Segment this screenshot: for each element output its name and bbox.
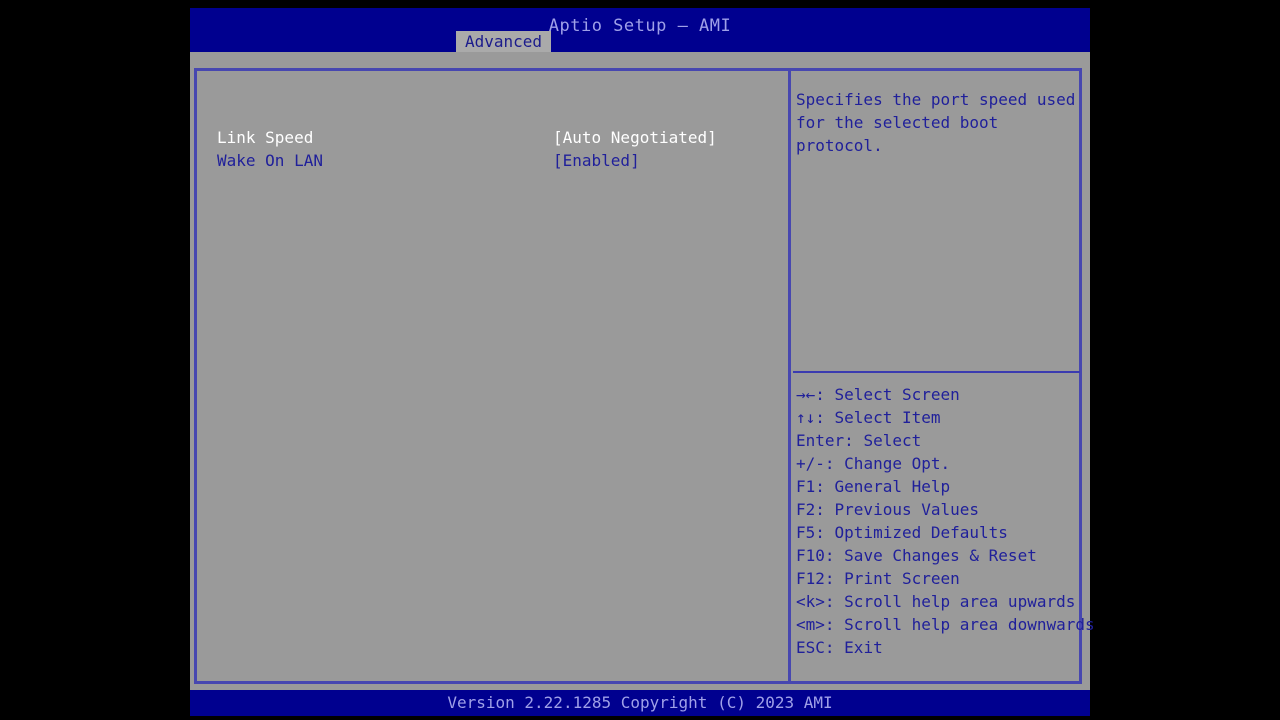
legend-row: +/-: Change Opt. xyxy=(796,452,1082,475)
legend-row: F10: Save Changes & Reset xyxy=(796,544,1082,567)
legend-text: : Select xyxy=(844,431,922,450)
legend-text: : Print Screen xyxy=(824,569,960,588)
legend-row: F1: General Help xyxy=(796,475,1082,498)
version-string: Version 2.22.1285 Copyright (C) 2023 AMI xyxy=(447,693,833,712)
legend-key-plus-minus: +/- xyxy=(796,454,825,473)
setting-value-link-speed[interactable]: [Auto Negotiated] xyxy=(553,126,717,149)
menu-tab-bar[interactable]: Advanced xyxy=(190,31,1090,52)
legend-row: ↑↓: Select Item xyxy=(796,406,1082,429)
key-legend: →←: Select Screen ↑↓: Select Item Enter:… xyxy=(796,383,1095,659)
setting-row-link-speed[interactable]: Link Speed [Auto Negotiated] xyxy=(197,126,788,149)
legend-row: <k>: Scroll help area upwards xyxy=(796,590,1082,613)
setting-value-wake-on-lan[interactable]: [Enabled] xyxy=(553,149,640,172)
legend-row: →←: Select Screen xyxy=(796,383,1082,406)
content-frame: Link Speed [Auto Negotiated] Wake On LAN… xyxy=(194,68,1095,684)
setting-label-link-speed: Link Speed xyxy=(217,128,314,147)
legend-key-m: <m> xyxy=(796,615,825,634)
legend-key-arrows-horizontal: →← xyxy=(796,385,816,404)
setting-label-wake-on-lan: Wake On LAN xyxy=(217,151,323,170)
legend-text: : Change Opt. xyxy=(824,454,951,473)
tab-advanced[interactable]: Advanced xyxy=(456,31,552,52)
legend-text: : Optimized Defaults xyxy=(815,523,1008,542)
help-divider xyxy=(793,371,1080,373)
legend-key-f12: F12 xyxy=(796,569,825,588)
legend-text: : Select Screen xyxy=(815,385,960,404)
help-description: Specifies the port speed used for the se… xyxy=(796,90,1085,155)
legend-key-f5: F5 xyxy=(796,523,816,542)
legend-text: : Scroll help area downwards xyxy=(824,615,1095,634)
legend-row: F2: Previous Values xyxy=(796,498,1082,521)
legend-row: F12: Print Screen xyxy=(796,567,1082,590)
legend-key-f2: F2 xyxy=(796,500,816,519)
legend-text: : Scroll help area upwards xyxy=(824,592,1076,611)
legend-row: Enter: Select xyxy=(796,429,1082,452)
legend-key-esc: ESC xyxy=(796,638,825,657)
bios-setup-window: Aptio Setup – AMI Advanced Link Speed [A… xyxy=(190,8,1095,716)
settings-list: Link Speed [Auto Negotiated] Wake On LAN… xyxy=(197,71,788,681)
help-pane: Specifies the port speed used for the se… xyxy=(791,71,1095,681)
legend-key-enter: Enter xyxy=(796,431,845,450)
legend-row: <m>: Scroll help area downwards xyxy=(796,613,1095,636)
legend-row: ESC: Exit xyxy=(796,636,1082,659)
legend-text: : Previous Values xyxy=(815,500,980,519)
screen-background: Aptio Setup – AMI Advanced Link Speed [A… xyxy=(0,0,1280,720)
body-area: Link Speed [Auto Negotiated] Wake On LAN… xyxy=(190,52,1095,690)
legend-row: F5: Optimized Defaults xyxy=(796,521,1082,544)
legend-key-k: <k> xyxy=(796,592,825,611)
legend-text: : General Help xyxy=(815,477,951,496)
legend-text: : Exit xyxy=(824,638,883,657)
footer-bar: Version 2.22.1285 Copyright (C) 2023 AMI xyxy=(190,690,1090,716)
legend-key-f1: F1 xyxy=(796,477,816,496)
legend-key-arrows-vertical: ↑↓ xyxy=(796,408,816,427)
legend-text: : Select Item xyxy=(815,408,941,427)
legend-text: : Save Changes & Reset xyxy=(824,546,1037,565)
legend-key-f10: F10 xyxy=(796,546,825,565)
setting-row-wake-on-lan[interactable]: Wake On LAN [Enabled] xyxy=(197,149,788,172)
